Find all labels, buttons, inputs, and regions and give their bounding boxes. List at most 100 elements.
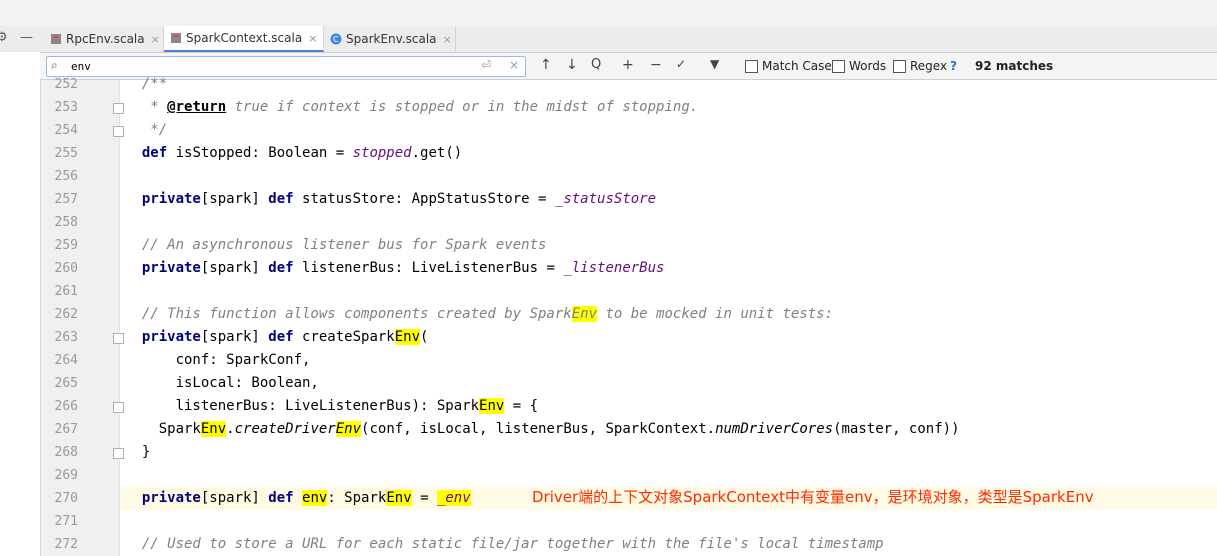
code-line[interactable]: listenerBus: LiveListenerBus): SparkEnv …	[125, 395, 538, 418]
search-query[interactable]: env	[71, 60, 91, 73]
checkbox-box[interactable]	[893, 59, 906, 73]
code-token: .	[226, 421, 235, 437]
code-token: def	[268, 329, 294, 345]
find-in-selection-button[interactable]: Q	[591, 57, 601, 72]
tab-sparkcontext[interactable]: SparkContext.scala ×	[164, 26, 324, 52]
filter-icon[interactable]: ▼	[710, 57, 719, 71]
code-line[interactable]: conf: SparkConf,	[125, 349, 311, 372]
line-number: 269	[54, 468, 78, 483]
code-token: Spark	[125, 421, 201, 437]
search-input[interactable]: ⌕ env ⏎ ×	[46, 56, 526, 77]
code-token: /**	[125, 76, 168, 92]
line-number: 260	[54, 261, 78, 276]
code-token: listenerBus: LiveListenerBus): Spark	[125, 398, 480, 414]
fold-marker-icon[interactable]	[113, 402, 124, 413]
regex-checkbox[interactable]: Regex	[893, 59, 947, 73]
fold-marker-icon[interactable]	[113, 103, 124, 114]
code-token: Env	[394, 329, 421, 345]
code-token: : Spark	[327, 490, 387, 506]
code-line[interactable]: // Used to store a URL for each static f…	[125, 533, 884, 556]
line-number: 252	[54, 77, 78, 92]
code-line[interactable]: isLocal: Boolean,	[125, 372, 319, 395]
code-line[interactable]: // An asynchronous listener bus for Spar…	[125, 234, 547, 257]
code-token: =	[411, 490, 437, 506]
code-token: def	[268, 260, 294, 276]
line-number: 272	[54, 537, 78, 552]
code-line[interactable]: private[spark] def listenerBus: LiveList…	[125, 257, 665, 280]
clear-search-icon[interactable]: ×	[509, 58, 519, 72]
close-icon[interactable]: ×	[308, 32, 317, 45]
code-token: (master, conf))	[833, 421, 960, 437]
gear-icon[interactable]: ⚙	[0, 30, 8, 45]
code-line[interactable]: }	[125, 441, 150, 464]
new-line-icon[interactable]: ⏎	[481, 58, 491, 72]
checkbox-box[interactable]	[745, 59, 758, 73]
code-line[interactable]: SparkEnv.createDriverEnv(conf, isLocal, …	[125, 418, 960, 441]
code-line[interactable]: def isStopped: Boolean = stopped.get()	[125, 142, 462, 165]
code-line[interactable]: private[spark] def env: SparkEnv = _env	[125, 487, 471, 510]
title-strip	[0, 0, 1217, 27]
tab-rpcenv[interactable]: RpcEnv.scala ×	[44, 26, 164, 52]
fold-marker-icon[interactable]	[113, 448, 124, 459]
close-icon[interactable]: ×	[151, 33, 160, 46]
scala-file-icon	[170, 32, 182, 44]
code-token: (	[420, 329, 429, 345]
code-token: def	[125, 145, 168, 161]
line-number: 255	[54, 146, 78, 161]
tab-label: SparkContext.scala	[186, 31, 303, 45]
regex-help-icon[interactable]: ?	[950, 59, 957, 73]
code-token: // This function allows components creat…	[125, 306, 572, 322]
line-number: 261	[54, 284, 78, 299]
code-token: [spark]	[200, 260, 269, 276]
line-number: 253	[54, 100, 78, 115]
match-case-checkbox[interactable]: Match Case	[745, 59, 832, 73]
line-number: 263	[54, 330, 78, 345]
minimize-icon[interactable]: —	[20, 30, 33, 45]
line-number: 268	[54, 445, 78, 460]
search-icon[interactable]: ⌕	[51, 58, 58, 73]
code-token: stopped	[352, 145, 412, 161]
code-token: // Used to store a URL for each static f…	[125, 536, 884, 552]
line-number: 264	[54, 353, 78, 368]
code-line[interactable]: */	[125, 119, 167, 142]
code-line[interactable]: // This function allows components creat…	[125, 303, 833, 326]
tab-sparkenv[interactable]: C SparkEnv.scala ×	[324, 26, 456, 52]
code-token: listenerBus: LiveListenerBus =	[293, 260, 564, 276]
select-all-occurrences-button[interactable]: ✓	[676, 57, 686, 71]
code-line[interactable]: * @return true if context is stopped or …	[125, 96, 698, 119]
code-token: true if context is stopped or in the mid…	[226, 99, 699, 115]
code-token: // An asynchronous listener bus for Spar…	[125, 237, 547, 253]
code-token: def	[268, 191, 294, 207]
fold-marker-icon[interactable]	[113, 126, 124, 137]
fold-marker-icon[interactable]	[113, 333, 124, 344]
previous-occurrence-button[interactable]: ↑	[540, 57, 552, 73]
code-token: Env	[386, 490, 412, 506]
code-token: createDriver	[234, 421, 336, 437]
line-number: 258	[54, 215, 78, 230]
line-number: 270	[54, 491, 78, 506]
add-occurrence-button[interactable]: +	[622, 57, 634, 73]
tab-label: RpcEnv.scala	[66, 32, 145, 46]
next-occurrence-button[interactable]: ↓	[566, 57, 578, 73]
code-token: .get()	[411, 145, 463, 161]
code-line[interactable]: private[spark] def createSparkEnv(	[125, 326, 428, 349]
words-checkbox[interactable]: Words	[832, 59, 886, 73]
line-number: 256	[54, 169, 78, 184]
code-line[interactable]: private[spark] def statusStore: AppStatu…	[125, 188, 656, 211]
checkbox-box[interactable]	[832, 59, 845, 73]
code-token: isStopped: Boolean =	[167, 145, 353, 161]
svg-text:C: C	[333, 35, 339, 44]
code-token: _listenerBus	[563, 260, 665, 276]
code-token: */	[125, 122, 168, 138]
words-label: Words	[849, 59, 887, 73]
close-icon[interactable]: ×	[443, 33, 452, 46]
code-token: }	[125, 444, 151, 460]
line-number: 265	[54, 376, 78, 391]
code-token: Env	[335, 421, 362, 437]
remove-occurrence-button[interactable]: −	[650, 57, 662, 73]
code-token: (conf, isLocal, listenerBus, SparkContex…	[361, 421, 716, 437]
code-line[interactable]: /**	[125, 73, 167, 96]
regex-label: Regex	[910, 59, 948, 73]
code-token: numDriverCores	[715, 421, 834, 437]
code-token: createSpark	[293, 329, 395, 345]
